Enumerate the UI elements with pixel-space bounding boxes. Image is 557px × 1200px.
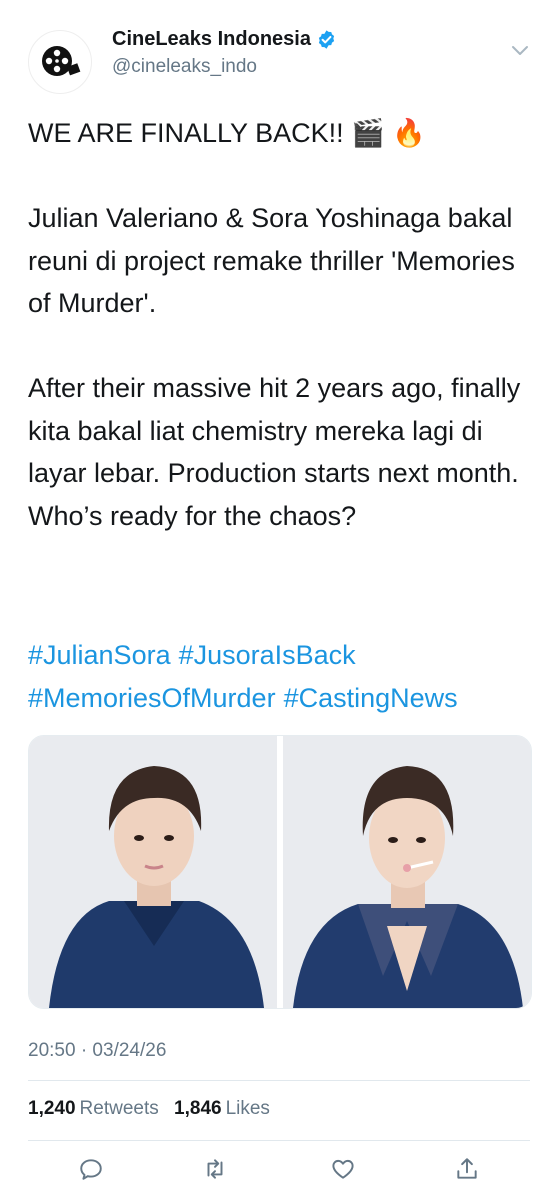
- engagement-stats: 1,240 Retweets 1,846 Likes: [28, 1098, 280, 1120]
- hashtag-link[interactable]: #MemoriesOfMurder: [28, 683, 276, 713]
- share-icon[interactable]: [454, 1156, 480, 1182]
- hashtag-link[interactable]: #JusoraIsBack: [179, 640, 356, 670]
- photo-julian[interactable]: [29, 736, 277, 1008]
- divider: [28, 1080, 530, 1081]
- divider: [28, 1140, 530, 1141]
- tweet-text: WE ARE FINALLY BACK!! 🎬 🔥 Julian Valeria…: [28, 118, 521, 531]
- tweet-timestamp[interactable]: 20:50 · 03/24/26: [28, 1040, 166, 1062]
- author-handle[interactable]: @cineleaks_indo: [112, 56, 257, 78]
- retweets-label[interactable]: Retweets: [80, 1098, 159, 1119]
- hashtag-link[interactable]: #CastingNews: [284, 683, 458, 713]
- likes-count[interactable]: 1,846: [174, 1098, 222, 1119]
- hashtag-list: #JulianSora #JusoraIsBack #MemoriesOfMurd…: [28, 634, 538, 719]
- media-grid: [28, 735, 532, 1009]
- likes-label[interactable]: Likes: [226, 1098, 270, 1119]
- film-reel-icon: [42, 46, 81, 76]
- retweets-count[interactable]: 1,240: [28, 1098, 76, 1119]
- verified-badge-icon: [318, 30, 335, 49]
- like-icon[interactable]: [330, 1156, 356, 1182]
- photo-sora[interactable]: [283, 736, 531, 1008]
- avatar[interactable]: [28, 30, 92, 94]
- tweet-header: CineLeaks Indonesia @cineleaks_indo: [0, 0, 557, 110]
- hashtag-link[interactable]: #JulianSora: [28, 640, 171, 670]
- author-name[interactable]: CineLeaks Indonesia: [112, 28, 311, 51]
- reply-icon[interactable]: [78, 1156, 104, 1182]
- chevron-down-icon[interactable]: [510, 44, 530, 58]
- action-bar: [0, 1148, 557, 1188]
- retweet-icon[interactable]: [202, 1156, 228, 1182]
